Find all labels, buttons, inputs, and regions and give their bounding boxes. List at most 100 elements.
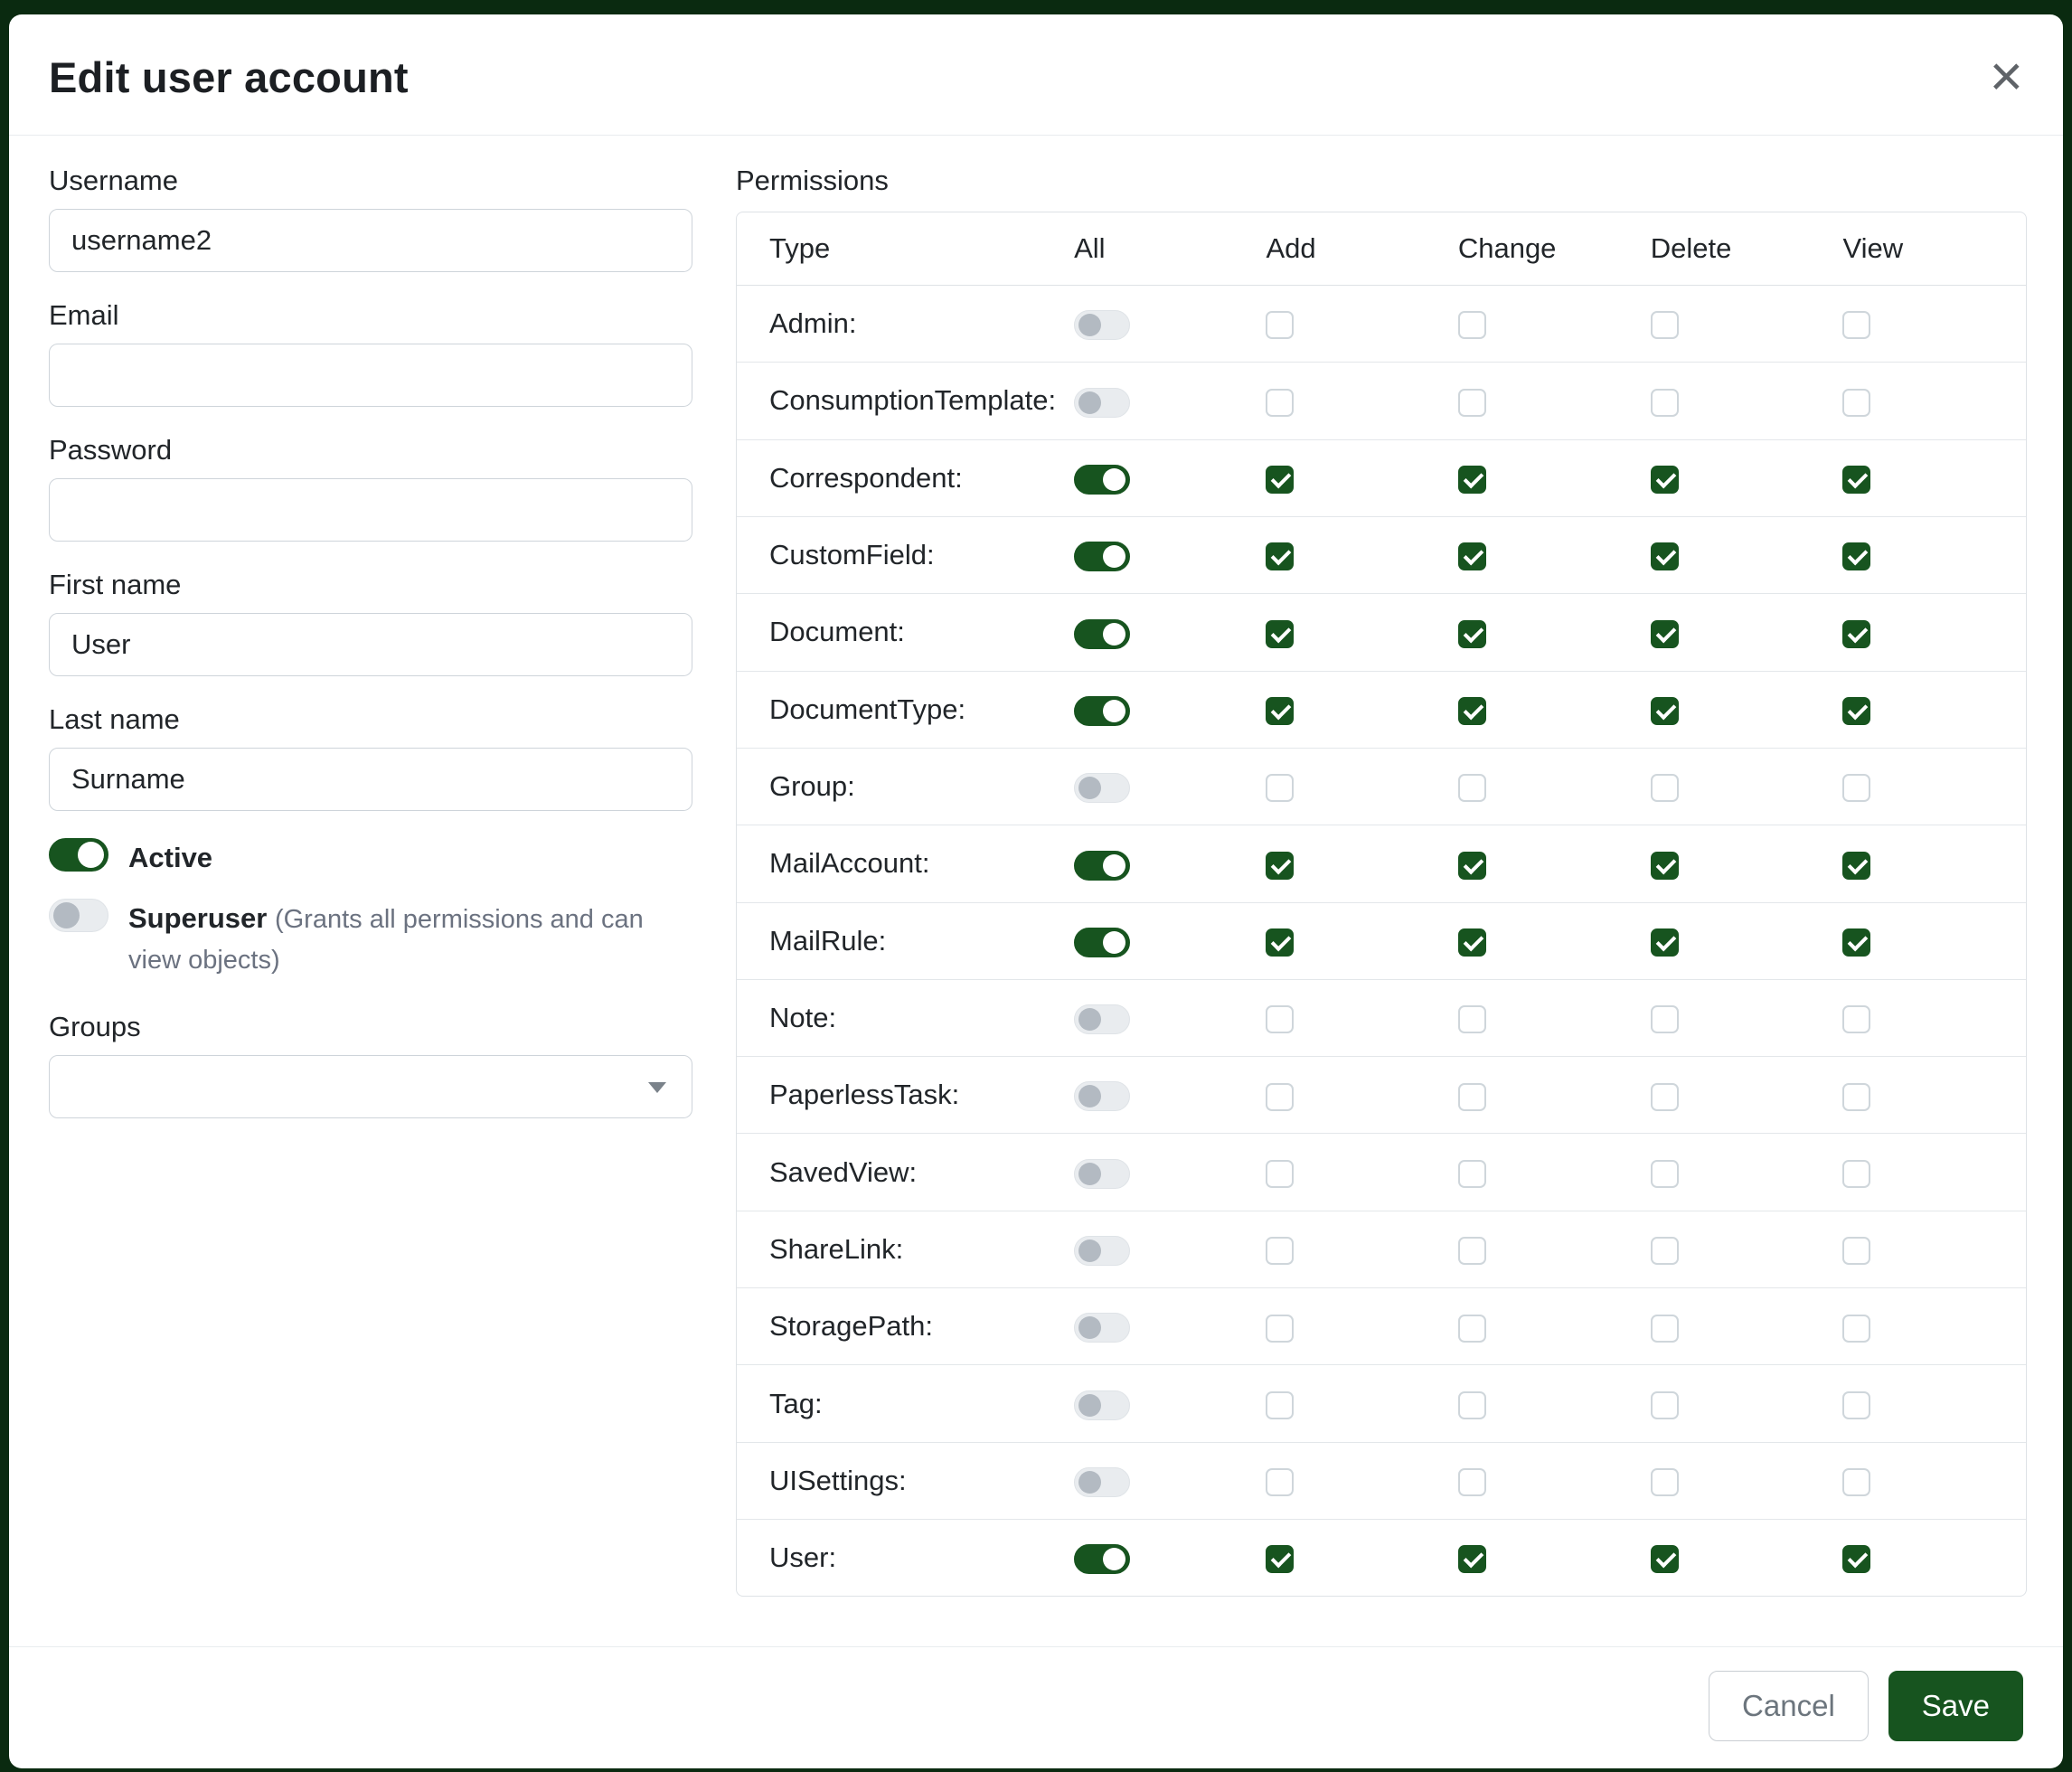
permission-view-checkbox[interactable] <box>1842 1005 1870 1033</box>
permission-delete-checkbox[interactable] <box>1651 1545 1679 1573</box>
permission-view-checkbox[interactable] <box>1842 620 1870 648</box>
permission-delete-checkbox[interactable] <box>1651 1391 1679 1419</box>
permission-change-checkbox[interactable] <box>1458 774 1486 802</box>
permission-add-checkbox[interactable] <box>1266 542 1294 570</box>
permission-delete-checkbox[interactable] <box>1651 928 1679 957</box>
permission-all-toggle[interactable] <box>1074 851 1130 881</box>
permission-view-checkbox[interactable] <box>1842 928 1870 957</box>
permission-view-checkbox[interactable] <box>1842 542 1870 570</box>
close-button[interactable]: × <box>1983 40 2030 112</box>
permission-delete-checkbox[interactable] <box>1651 1315 1679 1343</box>
permission-delete-checkbox[interactable] <box>1651 466 1679 494</box>
permission-all-toggle[interactable] <box>1074 1390 1130 1420</box>
permission-add-checkbox[interactable] <box>1266 928 1294 957</box>
permission-view-checkbox[interactable] <box>1842 1468 1870 1496</box>
permission-add-checkbox[interactable] <box>1266 1237 1294 1265</box>
permission-change-checkbox[interactable] <box>1458 1468 1486 1496</box>
permission-add-checkbox[interactable] <box>1266 1315 1294 1343</box>
permission-add-checkbox[interactable] <box>1266 852 1294 880</box>
permission-all-toggle[interactable] <box>1074 1313 1130 1343</box>
permission-all-toggle[interactable] <box>1074 1004 1130 1034</box>
permission-add-checkbox[interactable] <box>1266 1545 1294 1573</box>
permission-view-checkbox[interactable] <box>1842 1083 1870 1111</box>
permission-view-checkbox[interactable] <box>1842 1237 1870 1265</box>
permission-change-checkbox[interactable] <box>1458 1391 1486 1419</box>
permission-view-checkbox[interactable] <box>1842 1160 1870 1188</box>
permission-view-checkbox[interactable] <box>1842 1545 1870 1573</box>
permission-add-checkbox[interactable] <box>1266 1083 1294 1111</box>
permission-change-checkbox[interactable] <box>1458 1545 1486 1573</box>
active-toggle[interactable] <box>49 838 108 872</box>
groups-select[interactable] <box>49 1055 692 1118</box>
permission-all-toggle[interactable] <box>1074 388 1130 418</box>
permission-add-checkbox[interactable] <box>1266 620 1294 648</box>
permission-change-checkbox[interactable] <box>1458 697 1486 725</box>
permission-change-checkbox[interactable] <box>1458 1237 1486 1265</box>
permission-add-checkbox[interactable] <box>1266 1005 1294 1033</box>
permission-all-toggle[interactable] <box>1074 1544 1130 1574</box>
permission-delete-checkbox[interactable] <box>1651 311 1679 339</box>
permission-all-toggle[interactable] <box>1074 1081 1130 1111</box>
permission-change-checkbox[interactable] <box>1458 928 1486 957</box>
permission-change-checkbox[interactable] <box>1458 852 1486 880</box>
first-name-input[interactable] <box>49 613 692 676</box>
last-name-field: Last name <box>49 703 692 811</box>
permission-view-checkbox[interactable] <box>1842 774 1870 802</box>
permission-delete-checkbox[interactable] <box>1651 389 1679 417</box>
permission-delete-checkbox[interactable] <box>1651 697 1679 725</box>
permission-delete-checkbox[interactable] <box>1651 620 1679 648</box>
permission-all-toggle[interactable] <box>1074 696 1130 726</box>
permission-add-checkbox[interactable] <box>1266 1468 1294 1496</box>
permission-delete-checkbox[interactable] <box>1651 1237 1679 1265</box>
permission-delete-checkbox[interactable] <box>1651 774 1679 802</box>
username-input[interactable] <box>49 209 692 272</box>
save-button[interactable]: Save <box>1888 1671 2023 1741</box>
permission-change-checkbox[interactable] <box>1458 620 1486 648</box>
permission-add-checkbox[interactable] <box>1266 774 1294 802</box>
permission-add-checkbox[interactable] <box>1266 1160 1294 1188</box>
permission-view-checkbox[interactable] <box>1842 697 1870 725</box>
permission-change-checkbox[interactable] <box>1458 1083 1486 1111</box>
last-name-input[interactable] <box>49 748 692 811</box>
permission-all-toggle[interactable] <box>1074 465 1130 495</box>
permission-delete-checkbox[interactable] <box>1651 1468 1679 1496</box>
superuser-toggle[interactable] <box>49 899 108 932</box>
username-label: Username <box>49 165 692 197</box>
permission-all-toggle[interactable] <box>1074 1159 1130 1189</box>
permission-change-checkbox[interactable] <box>1458 542 1486 570</box>
permission-add-checkbox[interactable] <box>1266 697 1294 725</box>
permission-view-checkbox[interactable] <box>1842 466 1870 494</box>
permission-all-toggle[interactable] <box>1074 310 1130 340</box>
permission-view-checkbox[interactable] <box>1842 1315 1870 1343</box>
permission-delete-checkbox[interactable] <box>1651 1160 1679 1188</box>
permission-all-toggle[interactable] <box>1074 773 1130 803</box>
permission-all-toggle[interactable] <box>1074 619 1130 649</box>
permission-view-checkbox[interactable] <box>1842 1391 1870 1419</box>
permission-delete-checkbox[interactable] <box>1651 542 1679 570</box>
email-input[interactable] <box>49 344 692 407</box>
password-input[interactable] <box>49 478 692 542</box>
permission-all-toggle[interactable] <box>1074 928 1130 957</box>
permission-all-toggle[interactable] <box>1074 1236 1130 1266</box>
permission-add-checkbox[interactable] <box>1266 311 1294 339</box>
permission-change-checkbox[interactable] <box>1458 1160 1486 1188</box>
permission-delete-checkbox[interactable] <box>1651 1005 1679 1033</box>
cancel-button[interactable]: Cancel <box>1709 1671 1869 1741</box>
permission-row: PaperlessTask: <box>737 1057 2026 1134</box>
permission-view-checkbox[interactable] <box>1842 389 1870 417</box>
permission-view-checkbox[interactable] <box>1842 852 1870 880</box>
permission-change-checkbox[interactable] <box>1458 1005 1486 1033</box>
permission-delete-checkbox[interactable] <box>1651 1083 1679 1111</box>
permission-change-checkbox[interactable] <box>1458 1315 1486 1343</box>
permission-all-toggle[interactable] <box>1074 1467 1130 1497</box>
permission-view-checkbox[interactable] <box>1842 311 1870 339</box>
permission-change-checkbox[interactable] <box>1458 466 1486 494</box>
permission-change-checkbox[interactable] <box>1458 311 1486 339</box>
permission-change-checkbox[interactable] <box>1458 389 1486 417</box>
permission-add-checkbox[interactable] <box>1266 1391 1294 1419</box>
permission-type-label: ConsumptionTemplate: <box>737 363 1065 439</box>
permission-delete-checkbox[interactable] <box>1651 852 1679 880</box>
permission-all-toggle[interactable] <box>1074 542 1130 571</box>
permission-add-checkbox[interactable] <box>1266 389 1294 417</box>
permission-add-checkbox[interactable] <box>1266 466 1294 494</box>
